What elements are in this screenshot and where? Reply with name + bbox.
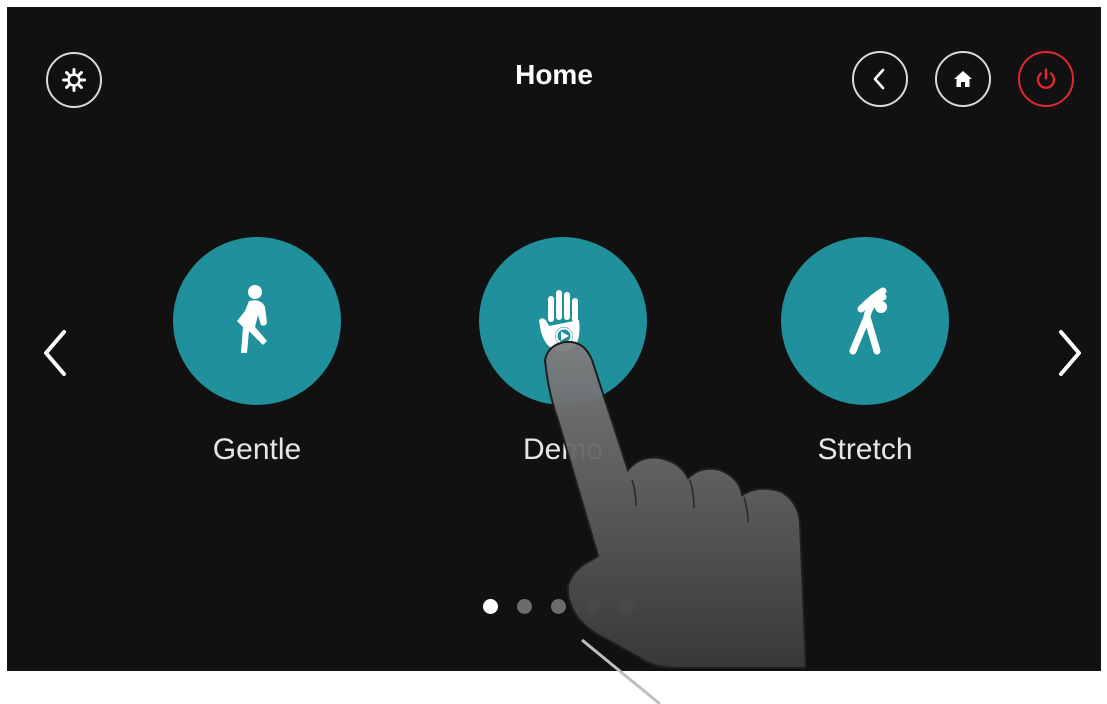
page-dot-1[interactable] bbox=[483, 598, 498, 614]
power-button[interactable] bbox=[1018, 51, 1074, 107]
power-icon bbox=[1036, 68, 1056, 89]
previous-arrow[interactable] bbox=[35, 325, 75, 381]
mode-gentle-button[interactable] bbox=[173, 237, 341, 405]
mode-stretch[interactable]: Stretch bbox=[775, 237, 955, 467]
page-dot-5[interactable] bbox=[619, 598, 634, 614]
hand-play-icon bbox=[539, 290, 580, 352]
back-button[interactable] bbox=[852, 51, 908, 107]
touch-screen: Home Gentle Demo Stretch bbox=[7, 7, 1101, 671]
page-dot-3[interactable] bbox=[551, 598, 566, 614]
page-dot-4[interactable] bbox=[585, 598, 600, 614]
mode-demo[interactable]: Demo bbox=[473, 237, 653, 467]
chevron-left-icon bbox=[873, 68, 885, 90]
mode-demo-label: Demo bbox=[522, 433, 604, 466]
mode-demo-button[interactable] bbox=[479, 237, 647, 405]
next-arrow[interactable] bbox=[1050, 325, 1090, 381]
mode-gentle-label: Gentle bbox=[212, 433, 302, 466]
chevron-left-icon bbox=[44, 330, 66, 376]
walking-person-icon bbox=[237, 285, 267, 353]
page-indicator bbox=[483, 598, 634, 614]
mode-gentle[interactable]: Gentle bbox=[167, 237, 347, 467]
page-dot-2[interactable] bbox=[517, 598, 532, 614]
chevron-right-icon bbox=[1059, 330, 1081, 376]
home-button[interactable] bbox=[935, 51, 991, 107]
stretching-person-icon bbox=[849, 287, 887, 355]
mode-stretch-label: Stretch bbox=[817, 433, 913, 466]
home-icon bbox=[954, 71, 972, 87]
mode-stretch-button[interactable] bbox=[781, 237, 949, 405]
